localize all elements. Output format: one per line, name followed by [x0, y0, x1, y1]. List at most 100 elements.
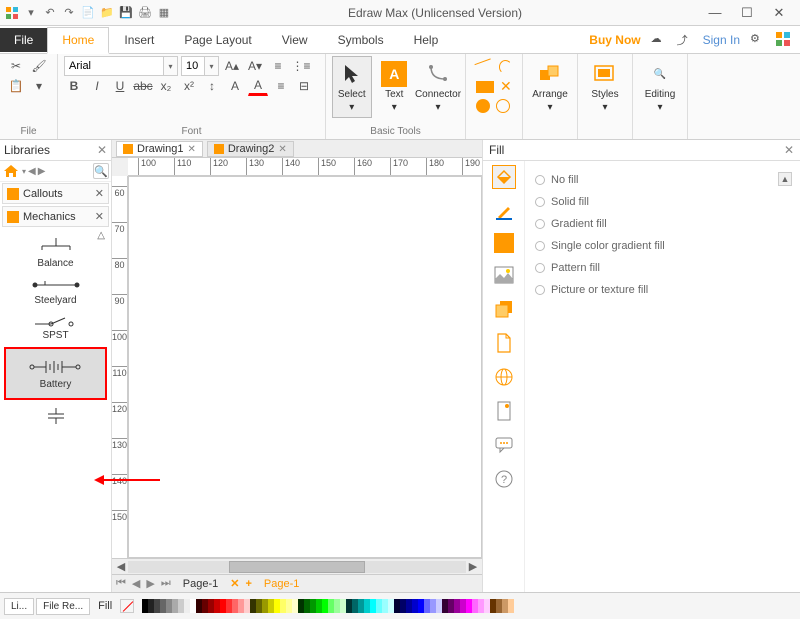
- file-menu[interactable]: File: [0, 28, 47, 52]
- align-icon[interactable]: ≡: [268, 56, 288, 76]
- color-swatch[interactable]: [508, 599, 514, 613]
- pen-icon[interactable]: [492, 199, 516, 223]
- doc-tab-drawing2[interactable]: Drawing2✕: [207, 141, 294, 157]
- search-icon[interactable]: 🔍: [93, 163, 109, 179]
- align-left-icon[interactable]: ≡: [271, 76, 291, 96]
- comment-icon[interactable]: [492, 433, 516, 457]
- spacing-icon[interactable]: ↕: [202, 76, 222, 96]
- library-section-callouts[interactable]: Callouts✕: [2, 183, 109, 204]
- close-icon[interactable]: ✕: [784, 143, 794, 157]
- font-color-icon[interactable]: A: [248, 76, 268, 96]
- dropdown-icon[interactable]: ▾: [29, 76, 49, 96]
- drawing-canvas[interactable]: [128, 176, 482, 558]
- radio-icon[interactable]: [535, 197, 545, 207]
- text-tool[interactable]: AText▾: [375, 56, 415, 118]
- back-icon[interactable]: ◀: [28, 166, 36, 177]
- shape-spst[interactable]: SPST: [2, 310, 109, 345]
- gear-icon[interactable]: ⚙: [750, 32, 766, 48]
- add-page-plus[interactable]: +: [245, 578, 251, 590]
- forward-icon[interactable]: ▶: [38, 166, 46, 177]
- shape-capacitor[interactable]: [2, 402, 109, 430]
- fill-opt-texture[interactable]: Picture or texture fill: [535, 279, 790, 301]
- more-icon[interactable]: ▦: [156, 5, 172, 21]
- radio-icon[interactable]: [535, 219, 545, 229]
- paste-icon[interactable]: 📋: [6, 76, 26, 96]
- add-page-button[interactable]: ✕: [230, 577, 239, 590]
- close-icon[interactable]: ✕: [95, 187, 104, 200]
- chevron-down-icon[interactable]: ▾: [164, 56, 178, 76]
- page-last-icon[interactable]: ⏭: [161, 577, 171, 590]
- rect-shape-icon[interactable]: [476, 81, 494, 93]
- close-icon[interactable]: ✕: [278, 144, 286, 155]
- vertical-align-icon[interactable]: ⊟: [294, 76, 314, 96]
- fill-opt-gradient[interactable]: Gradient fill: [535, 213, 790, 235]
- font-name-combo[interactable]: ▾: [64, 56, 178, 76]
- bottom-tab-libraries[interactable]: Li...: [4, 598, 34, 615]
- open-icon[interactable]: 📁: [99, 5, 115, 21]
- superscript-button[interactable]: x²: [179, 76, 199, 96]
- scroll-left-icon[interactable]: ◀: [114, 560, 128, 573]
- underline-button[interactable]: U: [110, 76, 130, 96]
- home-icon[interactable]: [2, 163, 20, 179]
- shrink-font-icon[interactable]: A▾: [245, 56, 265, 76]
- tab-view[interactable]: View: [267, 27, 323, 52]
- radio-icon[interactable]: [535, 241, 545, 251]
- new-icon[interactable]: 📄: [80, 5, 96, 21]
- scrollbar-horizontal[interactable]: ◀ ▶: [112, 558, 482, 574]
- fill-opt-pattern[interactable]: Pattern fill: [535, 257, 790, 279]
- italic-button[interactable]: I: [87, 76, 107, 96]
- close-icon[interactable]: ✕: [187, 144, 195, 155]
- shadow-icon[interactable]: [494, 233, 514, 253]
- shape-steelyard[interactable]: Steelyard: [2, 273, 109, 310]
- page-tab-1[interactable]: Page-1: [177, 578, 224, 590]
- color-palette[interactable]: [142, 599, 796, 613]
- chevron-down-icon[interactable]: ▾: [349, 102, 354, 113]
- arrange-button[interactable]: Arrange▾: [529, 56, 571, 118]
- bold-button[interactable]: B: [64, 76, 84, 96]
- ring-shape-icon[interactable]: [496, 99, 510, 113]
- layers-icon[interactable]: [492, 297, 516, 321]
- fill-opt-solid[interactable]: Solid fill: [535, 191, 790, 213]
- line-shape-icon[interactable]: [474, 58, 494, 75]
- bottom-tab-filerecovery[interactable]: File Re...: [36, 598, 90, 615]
- select-tool[interactable]: Select▾: [332, 56, 372, 118]
- font-name-input[interactable]: [64, 56, 164, 76]
- doc-tab-drawing1[interactable]: Drawing1✕: [116, 141, 203, 157]
- tab-help[interactable]: Help: [399, 27, 454, 52]
- redo-icon[interactable]: ↷: [61, 5, 77, 21]
- sign-in-link[interactable]: Sign In: [703, 33, 740, 47]
- dropdown-icon[interactable]: ▾: [23, 5, 39, 21]
- maximize-button[interactable]: ☐: [732, 5, 762, 21]
- page-prev-icon[interactable]: ◀: [132, 577, 140, 590]
- connector-tool[interactable]: Connector▾: [417, 56, 459, 118]
- fill-bucket-icon[interactable]: [492, 165, 516, 189]
- library-section-mechanics[interactable]: Mechanics✕: [2, 206, 109, 227]
- help-icon[interactable]: ?: [492, 467, 516, 491]
- shape-balance[interactable]: Balance: [2, 232, 109, 273]
- save-icon[interactable]: 💾: [118, 5, 134, 21]
- format-painter-icon[interactable]: ✂: [6, 56, 26, 76]
- close-button[interactable]: ✕: [764, 5, 794, 21]
- chevron-down-icon[interactable]: ▾: [547, 102, 552, 113]
- font-size-combo[interactable]: ▾: [181, 56, 219, 76]
- fill-opt-single-gradient[interactable]: Single color gradient fill: [535, 235, 790, 257]
- bullet-icon[interactable]: ⋮≡: [291, 56, 311, 76]
- styles-button[interactable]: Styles▾: [584, 56, 626, 118]
- radio-icon[interactable]: [535, 175, 545, 185]
- pin-icon[interactable]: △: [97, 230, 105, 241]
- close-icon[interactable]: ✕: [95, 210, 104, 223]
- undo-icon[interactable]: ↶: [42, 5, 58, 21]
- cloud-icon[interactable]: ☁: [651, 32, 667, 48]
- radio-icon[interactable]: [535, 285, 545, 295]
- share-icon[interactable]: ⤴: [677, 32, 693, 48]
- scroll-right-icon[interactable]: ▶: [466, 560, 480, 573]
- editing-button[interactable]: 🔍Editing▾: [639, 56, 681, 118]
- no-fill-swatch[interactable]: [120, 599, 134, 613]
- tab-insert[interactable]: Insert: [109, 27, 169, 52]
- globe-icon[interactable]: [492, 365, 516, 389]
- arc-shape-icon[interactable]: [499, 60, 512, 74]
- buy-now-link[interactable]: Buy Now: [589, 33, 640, 47]
- circle-shape-icon[interactable]: [476, 99, 490, 113]
- chevron-down-icon[interactable]: ▾: [602, 102, 607, 113]
- document-icon[interactable]: [492, 331, 516, 355]
